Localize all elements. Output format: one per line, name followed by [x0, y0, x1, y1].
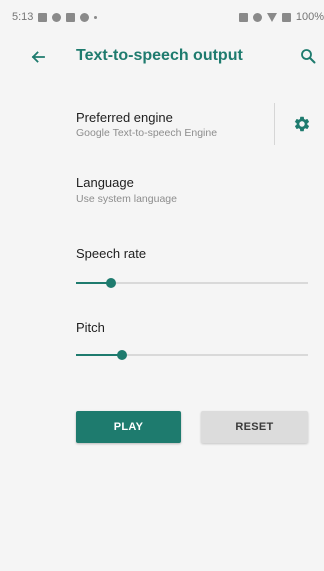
mute-icon [238, 12, 248, 22]
status-time: 5:13 [12, 11, 34, 23]
speech-rate-thumb[interactable] [105, 278, 116, 288]
status-right: 100% [238, 11, 324, 23]
wifi-icon [266, 12, 277, 22]
preferred-engine-summary: Google Text-to-speech Engine [76, 127, 218, 139]
page-title: Text-to-speech output [76, 47, 243, 64]
speech-rate-slider[interactable] [76, 276, 308, 290]
back-button[interactable] [26, 45, 50, 69]
gear-icon [294, 116, 310, 132]
more-notifications-icon [94, 15, 98, 19]
image-icon [66, 12, 76, 22]
do-not-disturb-icon [252, 12, 262, 22]
play-button[interactable]: PLAY [76, 411, 181, 443]
reset-button[interactable]: RESET [201, 411, 308, 443]
status-bar: 5:13 100% [0, 0, 324, 34]
search-button[interactable] [296, 44, 320, 68]
location-icon [52, 12, 62, 22]
language-title: Language [76, 175, 134, 190]
wrench-icon [38, 12, 48, 22]
pitch-title: Pitch [76, 320, 105, 335]
tts-settings-screen: 5:13 100% Text-to-speech output Preferre… [0, 0, 324, 571]
pitch-thumb[interactable] [117, 350, 128, 360]
pitch-fill [76, 354, 123, 356]
pitch-slider[interactable] [76, 348, 308, 362]
preferred-engine-title: Preferred engine [76, 110, 173, 125]
engine-divider [274, 103, 275, 145]
preferred-engine-row[interactable]: Preferred engine Google Text-to-speech E… [0, 100, 324, 150]
notification-icon [80, 12, 90, 22]
engine-settings-button[interactable] [290, 112, 314, 136]
arrow-left-icon [31, 51, 45, 63]
battery-level: 100% [295, 11, 324, 23]
battery-icon [281, 12, 291, 22]
search-icon [301, 49, 316, 64]
status-left: 5:13 [12, 11, 98, 23]
language-row[interactable]: Language Use system language [0, 166, 324, 216]
speech-rate-title: Speech rate [76, 246, 147, 261]
language-summary: Use system language [76, 193, 177, 205]
app-bar: Text-to-speech output [0, 34, 324, 80]
